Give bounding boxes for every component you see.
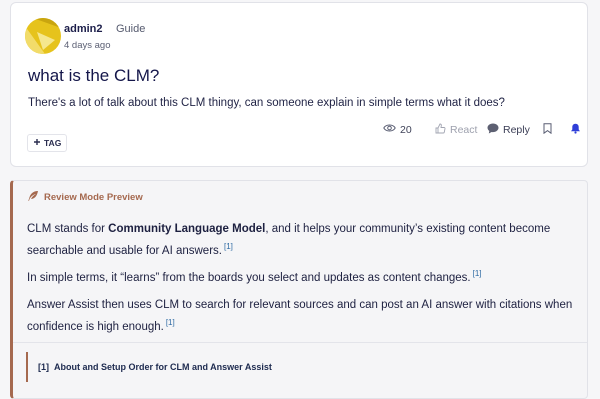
bell-icon [570, 123, 581, 137]
answer-paragraph-1: CLM stands for Community Language Model,… [27, 220, 577, 260]
react-label: React [450, 124, 478, 136]
answer-bold-term: Community Language Model [108, 223, 266, 235]
thumbs-up-icon [435, 123, 446, 137]
react-button[interactable]: React [435, 123, 477, 137]
answer-text: CLM stands for [27, 223, 109, 235]
chat-bubble-icon [487, 123, 499, 137]
reference-item[interactable]: [1] About and Setup Order for CLM and An… [26, 352, 306, 382]
plus-icon [33, 138, 41, 148]
eye-icon [383, 123, 396, 136]
citation-link[interactable]: [1] [166, 318, 175, 327]
answer-paragraph-3: Answer Assist then uses CLM to search fo… [27, 296, 577, 336]
citation-link[interactable]: [1] [224, 242, 233, 251]
review-header-label: Review Mode Preview [44, 192, 143, 203]
view-count-value: 20 [400, 123, 412, 136]
add-tag-label: TAG [44, 138, 62, 148]
bookmark-button[interactable] [543, 123, 552, 137]
reply-button[interactable]: Reply [487, 123, 530, 137]
post-title: what is the CLM? [28, 66, 160, 85]
answer-text: Answer Assist then uses CLM to search fo… [27, 299, 573, 333]
reply-label: Reply [503, 124, 530, 136]
author-role-badge: Guide [116, 23, 146, 35]
view-count: 20 [383, 123, 412, 136]
answer-text: In simple terms, it “learns” from the bo… [27, 271, 471, 284]
bookmark-icon [543, 123, 552, 137]
reference-number: [1] [38, 362, 49, 372]
avatar[interactable] [25, 18, 61, 54]
review-header: Review Mode Preview [27, 190, 143, 205]
post-card: admin2 Guide 4 days ago what is the CLM?… [10, 2, 588, 167]
author-name[interactable]: admin2 [64, 23, 103, 35]
citation-link[interactable]: [1] [473, 269, 482, 278]
divider [13, 342, 587, 343]
review-mode-preview-card: Review Mode Preview CLM stands for Commu… [10, 180, 588, 399]
post-body: There's a lot of talk about this CLM thi… [28, 97, 505, 109]
add-tag-button[interactable]: TAG [27, 134, 68, 152]
post-date: 4 days ago [64, 40, 111, 51]
answer-paragraph-2: In simple terms, it “learns” from the bo… [27, 265, 577, 287]
subscribe-bell-button[interactable] [570, 123, 581, 137]
reference-title[interactable]: About and Setup Order for CLM and Answer… [54, 362, 272, 372]
feather-icon [27, 190, 39, 205]
page-background: admin2 Guide 4 days ago what is the CLM?… [0, 0, 600, 399]
